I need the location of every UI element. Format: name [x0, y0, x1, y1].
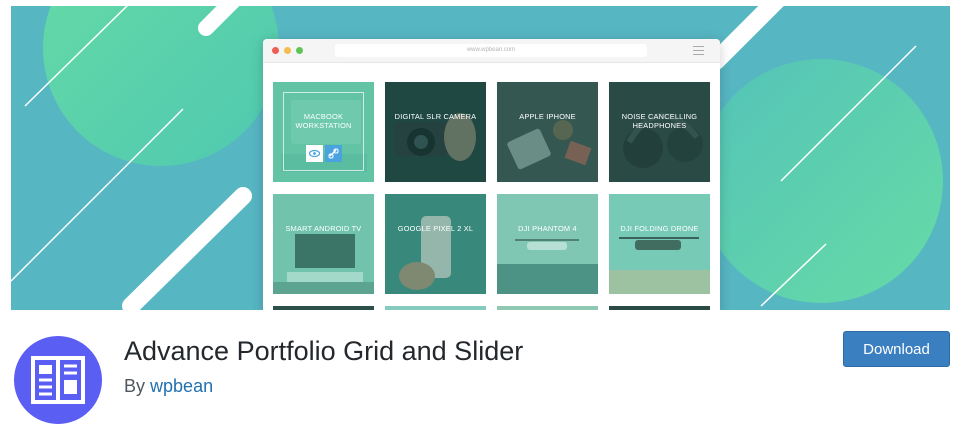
- tile-title: NOISE CANCELLING HEADPHONES: [621, 112, 698, 130]
- tile-view-button[interactable]: [306, 145, 323, 162]
- headphones-photo: [609, 82, 710, 182]
- window-close-dot: [272, 47, 279, 54]
- plugin-icon: [14, 336, 102, 424]
- author-link[interactable]: wpbean: [150, 376, 213, 396]
- tile-photo: [273, 306, 374, 310]
- eye-icon: [308, 149, 321, 158]
- tile-photo: [497, 306, 598, 310]
- tile-title: DJI PHANTOM 4: [518, 224, 577, 233]
- tile-title: DIGITAL SLR CAMERA: [394, 112, 477, 121]
- portfolio-tile-iphone: APPLE IPHONE: [497, 82, 598, 182]
- tile-photo: [385, 306, 486, 310]
- tile-photo: [609, 306, 710, 310]
- tile-title: GOOGLE PIXEL 2 XL: [397, 224, 474, 233]
- browser-mockup: www.wpbean.com MACBOOK WORKSTATION DIGIT…: [263, 39, 720, 310]
- window-minimize-dot: [284, 47, 291, 54]
- browser-toolbar: www.wpbean.com: [263, 39, 720, 63]
- portfolio-tile-headphones: NOISE CANCELLING HEADPHONES: [609, 82, 710, 182]
- camera-photo: [385, 82, 486, 182]
- tile-title: APPLE IPHONE: [519, 112, 576, 121]
- tile-link-button[interactable]: [325, 145, 342, 162]
- plugin-author-line: By wpbean: [124, 376, 213, 397]
- link-icon: [328, 148, 339, 159]
- portfolio-tile: [609, 306, 710, 310]
- portfolio-tile-macbook: MACBOOK WORKSTATION: [273, 82, 374, 182]
- tile-title: DJI FOLDING DRONE: [620, 224, 699, 233]
- phantom-photo: [497, 194, 598, 294]
- folding-drone-photo: [609, 194, 710, 294]
- plugin-banner: www.wpbean.com MACBOOK WORKSTATION DIGIT…: [11, 6, 950, 310]
- by-label: By: [124, 376, 146, 396]
- grid-layout-icon: [31, 356, 85, 404]
- window-maximize-dot: [296, 47, 303, 54]
- tile-hover-frame: [283, 92, 364, 171]
- portfolio-tile-camera: DIGITAL SLR CAMERA: [385, 82, 486, 182]
- portfolio-tile-phantom: DJI PHANTOM 4: [497, 194, 598, 294]
- download-button[interactable]: Download: [843, 331, 950, 367]
- pixel-photo: [385, 194, 486, 294]
- hamburger-menu-icon: [693, 46, 704, 55]
- portfolio-tile: [497, 306, 598, 310]
- address-bar: www.wpbean.com: [335, 44, 647, 57]
- portfolio-tile-tv: SMART ANDROID TV: [273, 194, 374, 294]
- iphone-photo: [497, 82, 598, 182]
- tile-title: SMART ANDROID TV: [285, 224, 362, 233]
- tile-title: MACBOOK WORKSTATION: [295, 112, 352, 130]
- plugin-title: Advance Portfolio Grid and Slider: [124, 336, 524, 366]
- tv-photo: [273, 194, 374, 294]
- portfolio-tile-pixel: GOOGLE PIXEL 2 XL: [385, 194, 486, 294]
- portfolio-tile: [273, 306, 374, 310]
- portfolio-tile: [385, 306, 486, 310]
- portfolio-tile-folding-drone: DJI FOLDING DRONE: [609, 194, 710, 294]
